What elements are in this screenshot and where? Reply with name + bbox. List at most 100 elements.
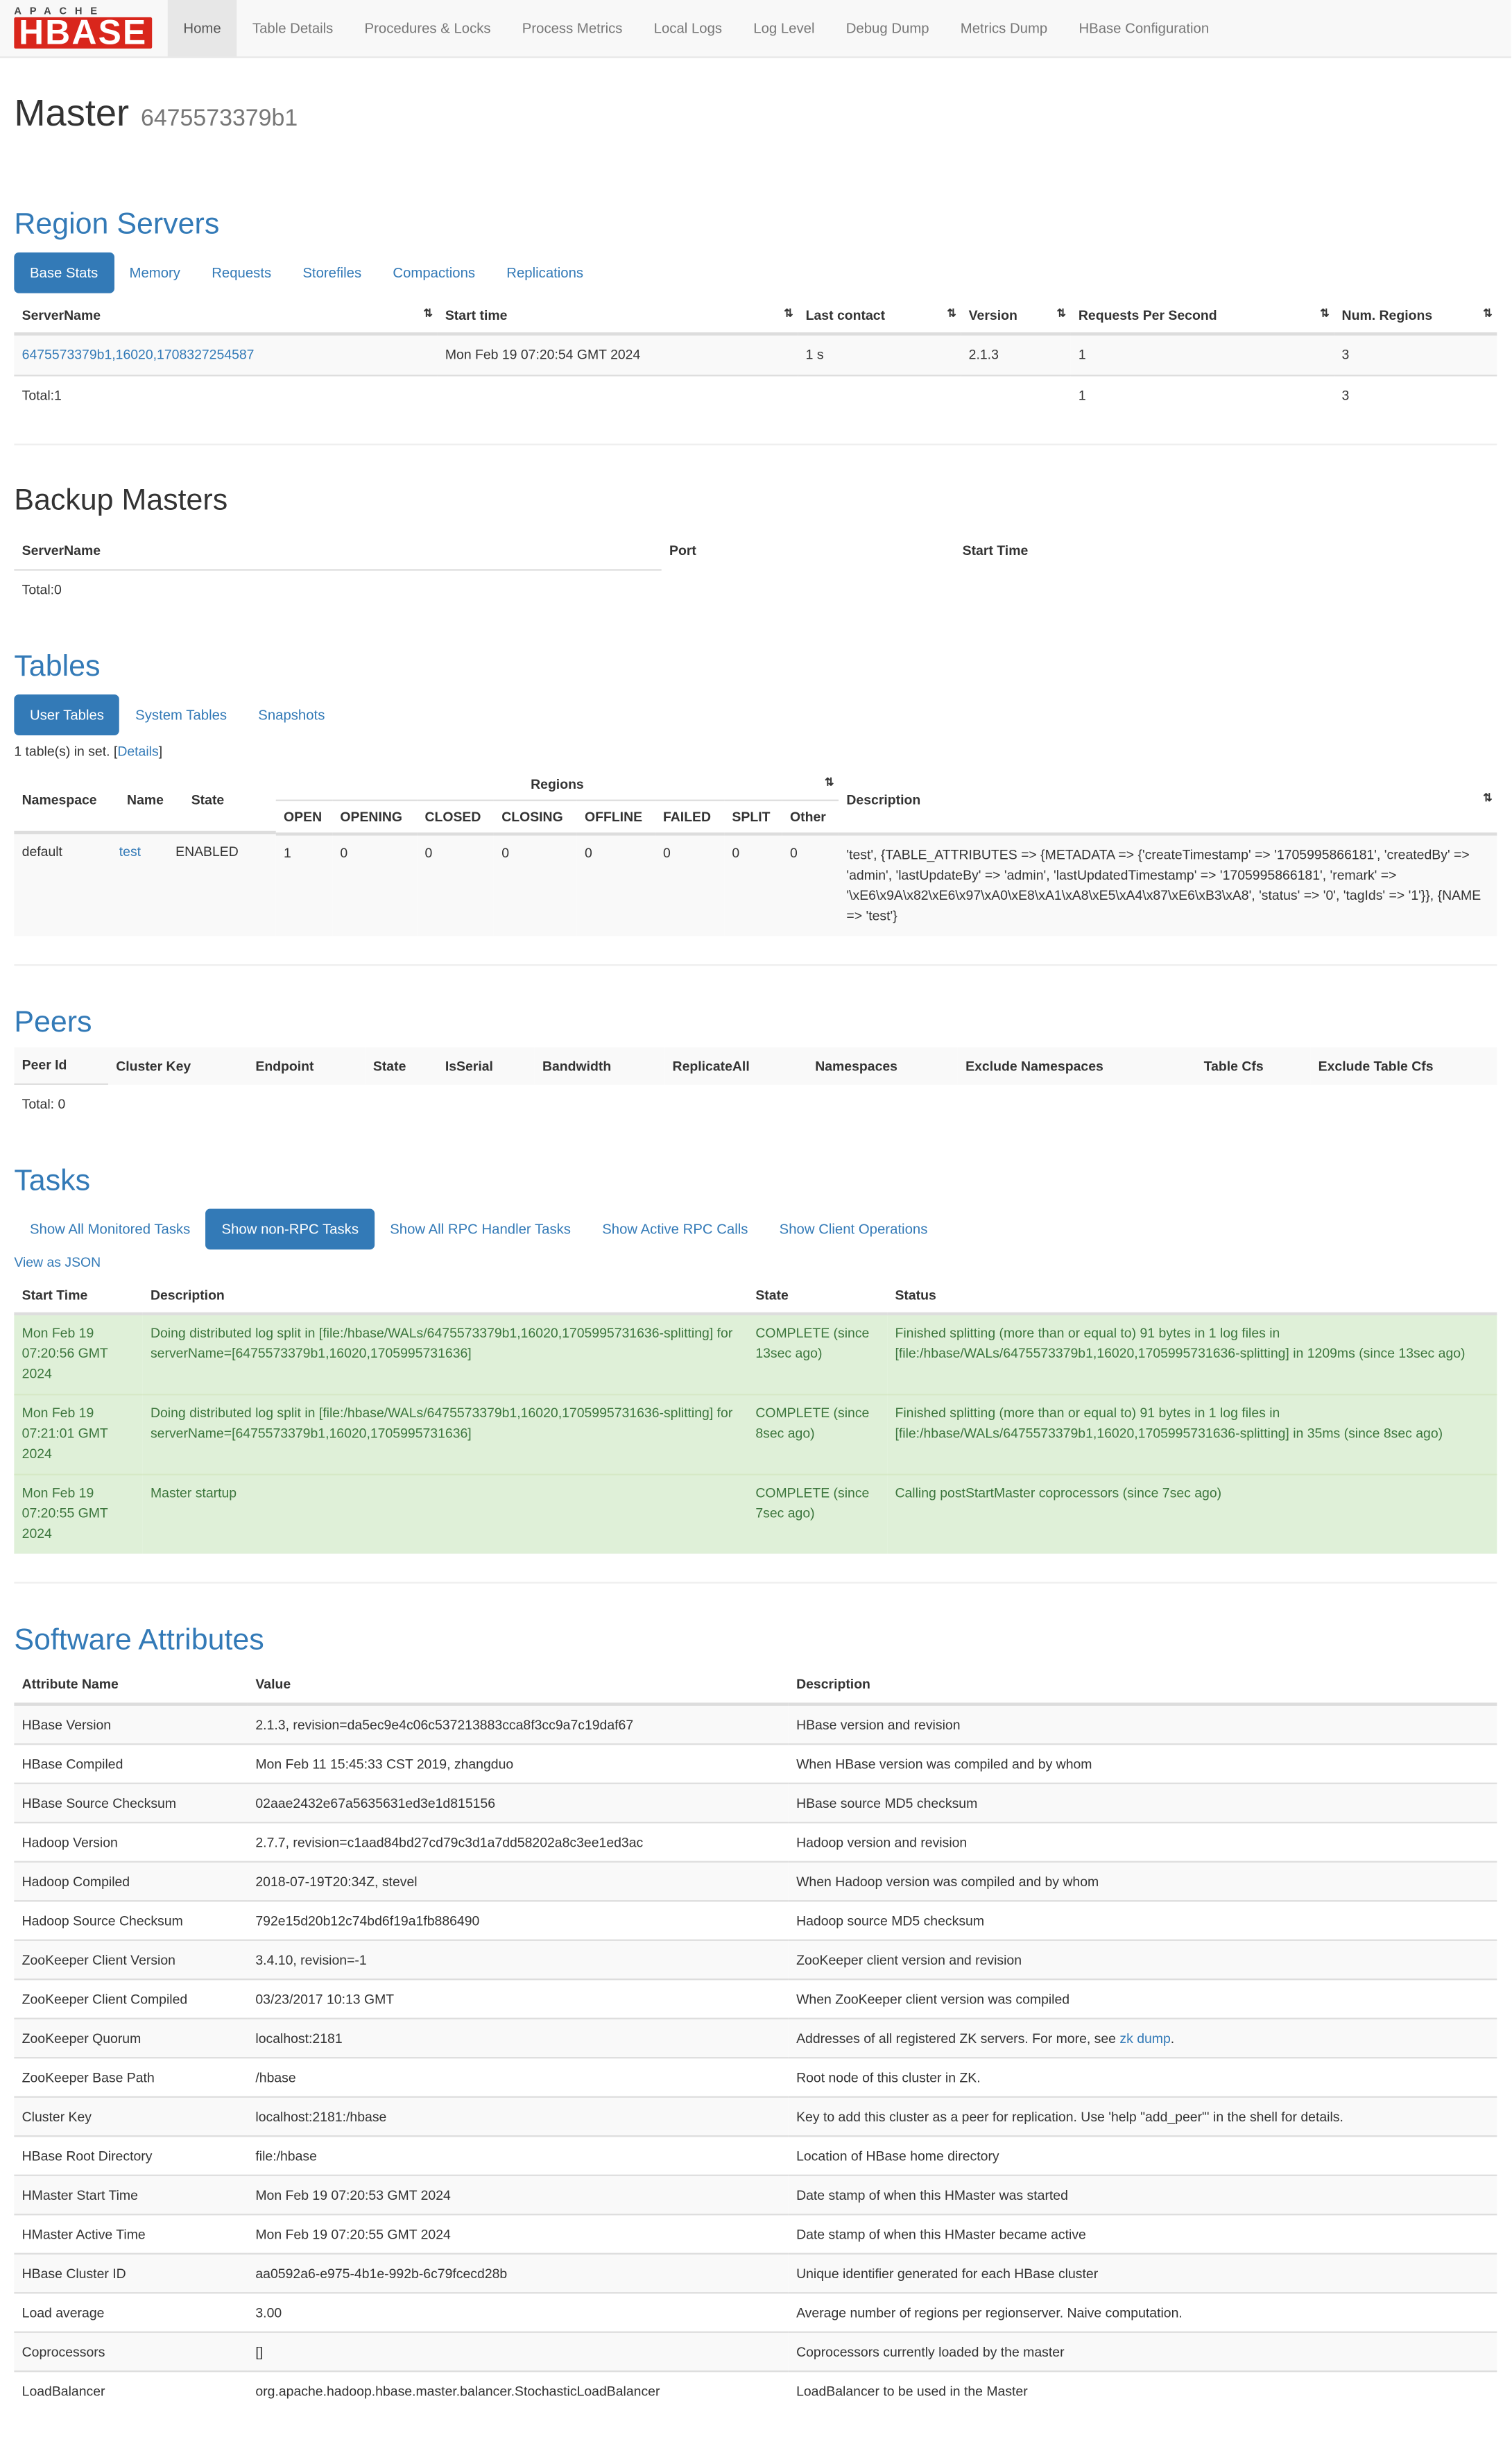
attribute-name: ZooKeeper Base Path — [14, 2057, 248, 2097]
col-requests-per-second[interactable]: Requests Per Second — [1070, 296, 1334, 336]
attribute-name: Cluster Key — [14, 2096, 248, 2137]
nav-log-level[interactable]: Log Level — [738, 0, 830, 56]
tasks-table: Start Time Description State Status Mon … — [14, 1276, 1497, 1554]
attribute-description: Location of HBase home directory — [788, 2135, 1497, 2175]
attribute-name: ZooKeeper Client Version — [14, 1939, 248, 1980]
attribute-description: Date stamp of when this HMaster became a… — [788, 2214, 1497, 2254]
server-version: 2.1.3 — [968, 346, 999, 363]
table-row: 6475573379b1,16020,1708327254587 Mon Feb… — [14, 334, 1497, 376]
attribute-value: Mon Feb 19 07:20:55 GMT 2024 — [248, 2214, 789, 2254]
col-failed[interactable]: FAILED — [655, 800, 725, 835]
master-hostname: 6475573379b1 — [140, 105, 298, 132]
col-task-state: State — [748, 1276, 888, 1316]
server-link[interactable]: 6475573379b1,16020,1708327254587 — [22, 346, 255, 362]
tab-compactions[interactable]: Compactions — [377, 253, 491, 293]
tab-non-rpc-tasks[interactable]: Show non-RPC Tasks — [205, 1208, 375, 1250]
tab-storefiles[interactable]: Storefiles — [287, 253, 377, 293]
col-task-status: Status — [887, 1276, 1497, 1316]
tab-all-monitored-tasks[interactable]: Show All Monitored Tasks — [14, 1208, 206, 1249]
attribute-row: ZooKeeper Client Compiled 03/23/2017 10:1… — [14, 1978, 1497, 2019]
nav-metrics-dump[interactable]: Metrics Dump — [945, 0, 1063, 56]
col-backup-port: Port — [669, 542, 696, 558]
attribute-row: ZooKeeper Base Path/hbase Root node of th… — [14, 2057, 1497, 2097]
col-servername[interactable]: ServerName — [14, 296, 438, 336]
tables-tabs: User Tables System Tables Snapshots — [14, 694, 1497, 735]
attribute-value: 2.1.3, revision=da5ec9e4c06c537213883cca… — [248, 1703, 789, 1745]
tab-requests[interactable]: Requests — [196, 253, 287, 293]
page-title: Master — [14, 92, 130, 135]
attribute-description: When HBase version was compiled and by w… — [788, 1743, 1497, 1784]
regions-group-header[interactable]: Regions — [275, 767, 839, 801]
attribute-value: aa0592a6-e975-4b1e-992b-6c79fcecd28b — [248, 2252, 789, 2293]
attribute-row: HMaster Active Time Mon Feb 19 07:20:55 G… — [14, 2214, 1497, 2254]
col-exclude-table-cfs: Exclude Table Cfs — [1318, 1057, 1434, 1073]
task-start: Mon Feb 19 07:20:55 GMT 2024 — [14, 1473, 143, 1554]
attribute-description: LoadBalancer to be used in the Master — [788, 2370, 1497, 2410]
attribute-row: Hadoop Version 2.7.7, revision=c1aad84bd2… — [14, 1822, 1497, 1862]
attribute-description: Key to add this cluster as a peer for re… — [788, 2096, 1497, 2137]
col-endpoint: Endpoint — [255, 1057, 314, 1073]
tab-user-tables[interactable]: User Tables — [14, 694, 120, 735]
col-description[interactable]: Description — [839, 767, 1497, 835]
tasks-tabs: Show All Monitored Tasks Show non-RPC Ta… — [14, 1208, 1497, 1250]
nav-home[interactable]: Home — [167, 0, 237, 57]
nav-process-metrics[interactable]: Process Metrics — [506, 0, 638, 56]
nav-debug-dump[interactable]: Debug Dump — [830, 0, 945, 56]
task-description: Doing distributed log split in [file:/hb… — [142, 1313, 748, 1394]
attribute-description: ZooKeeper client version and revision — [788, 1939, 1497, 1980]
col-namespace[interactable]: Namespace — [14, 791, 119, 807]
col-name[interactable]: Name — [119, 791, 184, 807]
nav-hbase-configuration[interactable]: HBase Configuration — [1063, 0, 1225, 56]
zk-dump-link[interactable]: zk dump — [1119, 2031, 1170, 2046]
attribute-value: org.apache.hadoop.hbase.master.balancer.… — [248, 2370, 789, 2410]
attribute-value: 2.7.7, revision=c1aad84bd27cd79c3d1a7dd5… — [248, 1822, 789, 1862]
attribute-value: 02aae2432e67a5635631ed3e1d815156 — [248, 1782, 789, 1823]
col-start-time[interactable]: Start time — [437, 296, 798, 336]
nav-local-logs[interactable]: Local Logs — [638, 0, 738, 56]
nav-procedures-locks[interactable]: Procedures & Locks — [349, 0, 506, 56]
attribute-row: HMaster Start Time Mon Feb 19 07:20:53 GM… — [14, 2174, 1497, 2215]
col-attribute-name: Attribute Name — [14, 1665, 248, 1706]
attribute-description: Date stamp of when this HMaster was star… — [788, 2174, 1497, 2215]
col-num-regions[interactable]: Num. Regions — [1334, 296, 1497, 336]
attribute-name: ZooKeeper Client Compiled — [14, 1978, 248, 2019]
col-state[interactable]: State — [183, 791, 275, 807]
col-other[interactable]: Other — [782, 800, 839, 835]
col-last-contact[interactable]: Last contact — [798, 296, 961, 336]
attribute-name: HMaster Active Time — [14, 2214, 248, 2254]
tab-active-rpc-calls[interactable]: Show Active RPC Calls — [587, 1208, 764, 1249]
attribute-name: Hadoop Compiled — [14, 1861, 248, 1901]
tab-base-stats[interactable]: Base Stats — [14, 252, 114, 293]
tab-replications[interactable]: Replications — [491, 253, 599, 293]
view-as-json-link[interactable]: View as JSON — [14, 1254, 101, 1270]
nav-table-details[interactable]: Table Details — [237, 0, 349, 56]
region-servers-table: ServerName Start time Last contact Versi… — [14, 296, 1497, 416]
tab-snapshots[interactable]: Snapshots — [243, 694, 341, 735]
task-status: Finished splitting (more than or equal t… — [887, 1313, 1497, 1394]
col-offline[interactable]: OFFLINE — [576, 800, 655, 835]
col-opening[interactable]: OPENING — [332, 800, 418, 835]
col-version[interactable]: Version — [961, 296, 1071, 336]
region-offline: 0 — [584, 844, 592, 860]
attribute-value: 2018-07-19T20:34Z, stevel — [248, 1861, 789, 1901]
software-attributes-table: Attribute Name Value Description HBase V… — [14, 1665, 1497, 2410]
col-open[interactable]: OPEN — [275, 800, 333, 835]
table-name-link[interactable]: test — [119, 843, 141, 859]
tab-rpc-handler-tasks[interactable]: Show All RPC Handler Tasks — [375, 1208, 587, 1249]
attribute-description: When ZooKeeper client version was compil… — [788, 1978, 1497, 2019]
attribute-value: 03/23/2017 10:13 GMT — [248, 1978, 789, 2019]
tab-client-operations[interactable]: Show Client Operations — [764, 1208, 943, 1249]
col-closing[interactable]: CLOSING — [493, 800, 577, 835]
col-split[interactable]: SPLIT — [724, 800, 782, 835]
col-closed[interactable]: CLOSED — [417, 800, 494, 835]
attribute-description: Root node of this cluster in ZK. — [788, 2057, 1497, 2097]
backup-total: Total:0 — [22, 581, 62, 597]
tab-system-tables[interactable]: System Tables — [120, 694, 243, 735]
hbase-logo[interactable]: APACHE HBASE — [14, 6, 158, 50]
attribute-value: localhost:2181 — [248, 2017, 789, 2058]
region-open: 1 — [284, 844, 291, 860]
task-description: Doing distributed log split in [file:/hb… — [142, 1393, 748, 1474]
attribute-row: ZooKeeper Quorum localhost:2181 Addresses … — [14, 2017, 1497, 2058]
details-link[interactable]: Details — [117, 742, 158, 758]
tab-memory[interactable]: Memory — [114, 253, 196, 293]
